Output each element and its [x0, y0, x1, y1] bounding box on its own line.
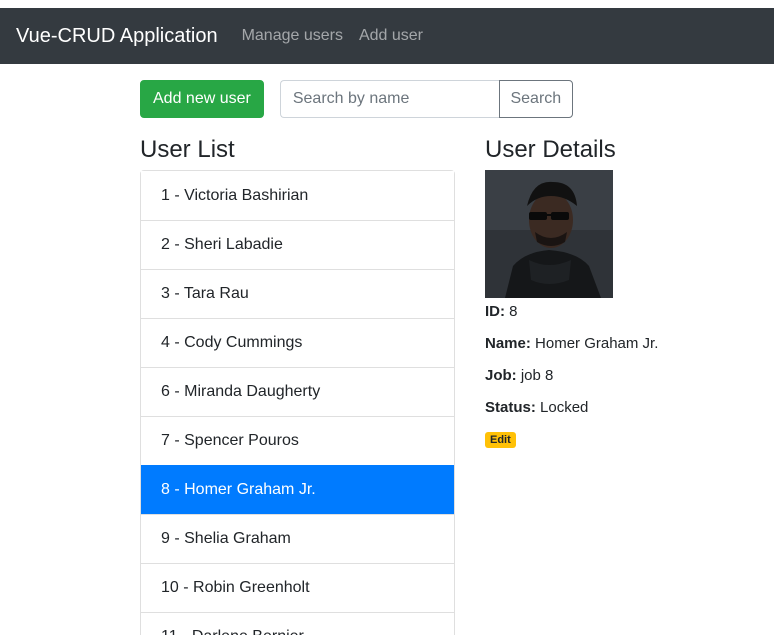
list-item[interactable]: 4 - Cody Cummings — [141, 318, 454, 367]
list-item[interactable]: 7 - Spencer Pouros — [141, 416, 454, 465]
id-label: ID: — [485, 303, 505, 320]
user-list-title: User List — [140, 136, 235, 163]
nav-link-add-user[interactable]: Add user — [359, 27, 423, 45]
search-button[interactable]: Search — [498, 80, 573, 118]
detail-job: Job: job 8 — [485, 366, 745, 398]
toolbar: Add new user Search — [140, 80, 573, 118]
list-item[interactable]: 6 - Miranda Daugherty — [141, 367, 454, 416]
user-details-title: User Details — [485, 136, 616, 163]
list-item[interactable]: 3 - Tara Rau — [141, 269, 454, 318]
detail-id: ID: 8 — [485, 302, 745, 334]
list-item[interactable]: 10 - Robin Greenholt — [141, 563, 454, 612]
list-item[interactable]: 9 - Shelia Graham — [141, 514, 454, 563]
user-avatar — [485, 170, 613, 298]
job-label: Job: — [485, 367, 517, 384]
id-value: 8 — [509, 303, 518, 320]
list-item[interactable]: 11 - Darlene Bernier — [141, 612, 454, 635]
detail-name: Name: Homer Graham Jr. — [485, 334, 745, 366]
app-brand[interactable]: Vue-CRUD Application — [16, 25, 218, 48]
search-group: Search — [279, 80, 573, 118]
job-value: job 8 — [520, 367, 554, 384]
add-new-user-button[interactable]: Add new user — [140, 80, 264, 118]
list-item[interactable]: 2 - Sheri Labadie — [141, 220, 454, 269]
user-list: 1 - Victoria Bashirian 2 - Sheri Labadie… — [140, 170, 455, 635]
status-label: Status: — [485, 399, 536, 416]
name-value: Homer Graham Jr. — [535, 335, 659, 352]
edit-badge[interactable]: Edit — [485, 432, 516, 448]
detail-status: Status: Locked — [485, 398, 745, 430]
nav-link-manage-users[interactable]: Manage users — [242, 27, 343, 45]
name-label: Name: — [485, 335, 531, 352]
list-item[interactable]: 1 - Victoria Bashirian — [141, 171, 454, 220]
list-item-selected[interactable]: 8 - Homer Graham Jr. — [141, 465, 454, 514]
user-details: ID: 8 Name: Homer Graham Jr. Job: job 8 … — [485, 170, 745, 448]
navbar: Vue-CRUD Application Manage users Add us… — [0, 8, 774, 64]
search-input[interactable] — [279, 80, 499, 118]
status-value: Locked — [540, 399, 589, 416]
